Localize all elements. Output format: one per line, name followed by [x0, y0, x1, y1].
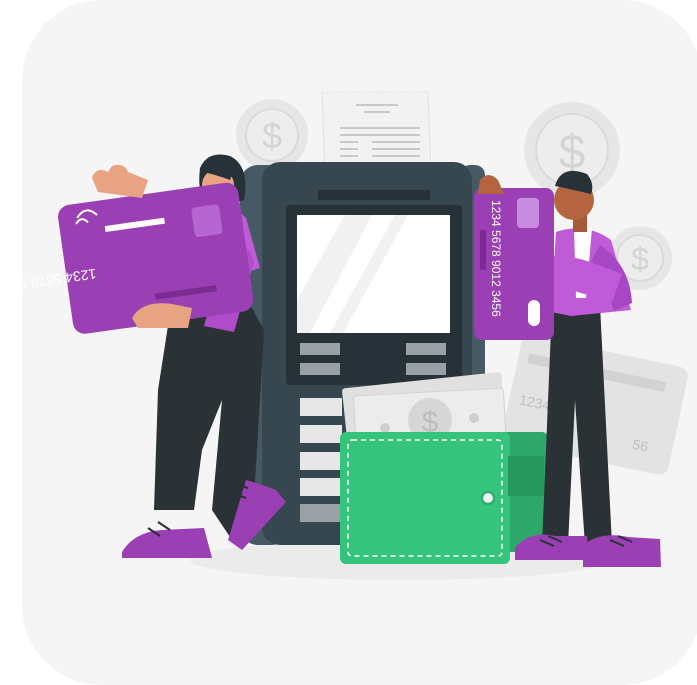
svg-text:$: $	[262, 115, 282, 156]
coin-icon: $	[236, 99, 308, 171]
svg-text:1234 5678 9012 3456: 1234 5678 9012 3456	[489, 200, 503, 317]
woman-hand-top	[92, 164, 148, 198]
wallet	[340, 432, 548, 564]
svg-text:$: $	[631, 241, 649, 277]
atm-illustration: $ $ $ 1234 56 $ 1234 5678 9012 3456 1234…	[0, 89, 688, 580]
credit-card-right: 1234 5678 9012 3456	[474, 188, 554, 340]
